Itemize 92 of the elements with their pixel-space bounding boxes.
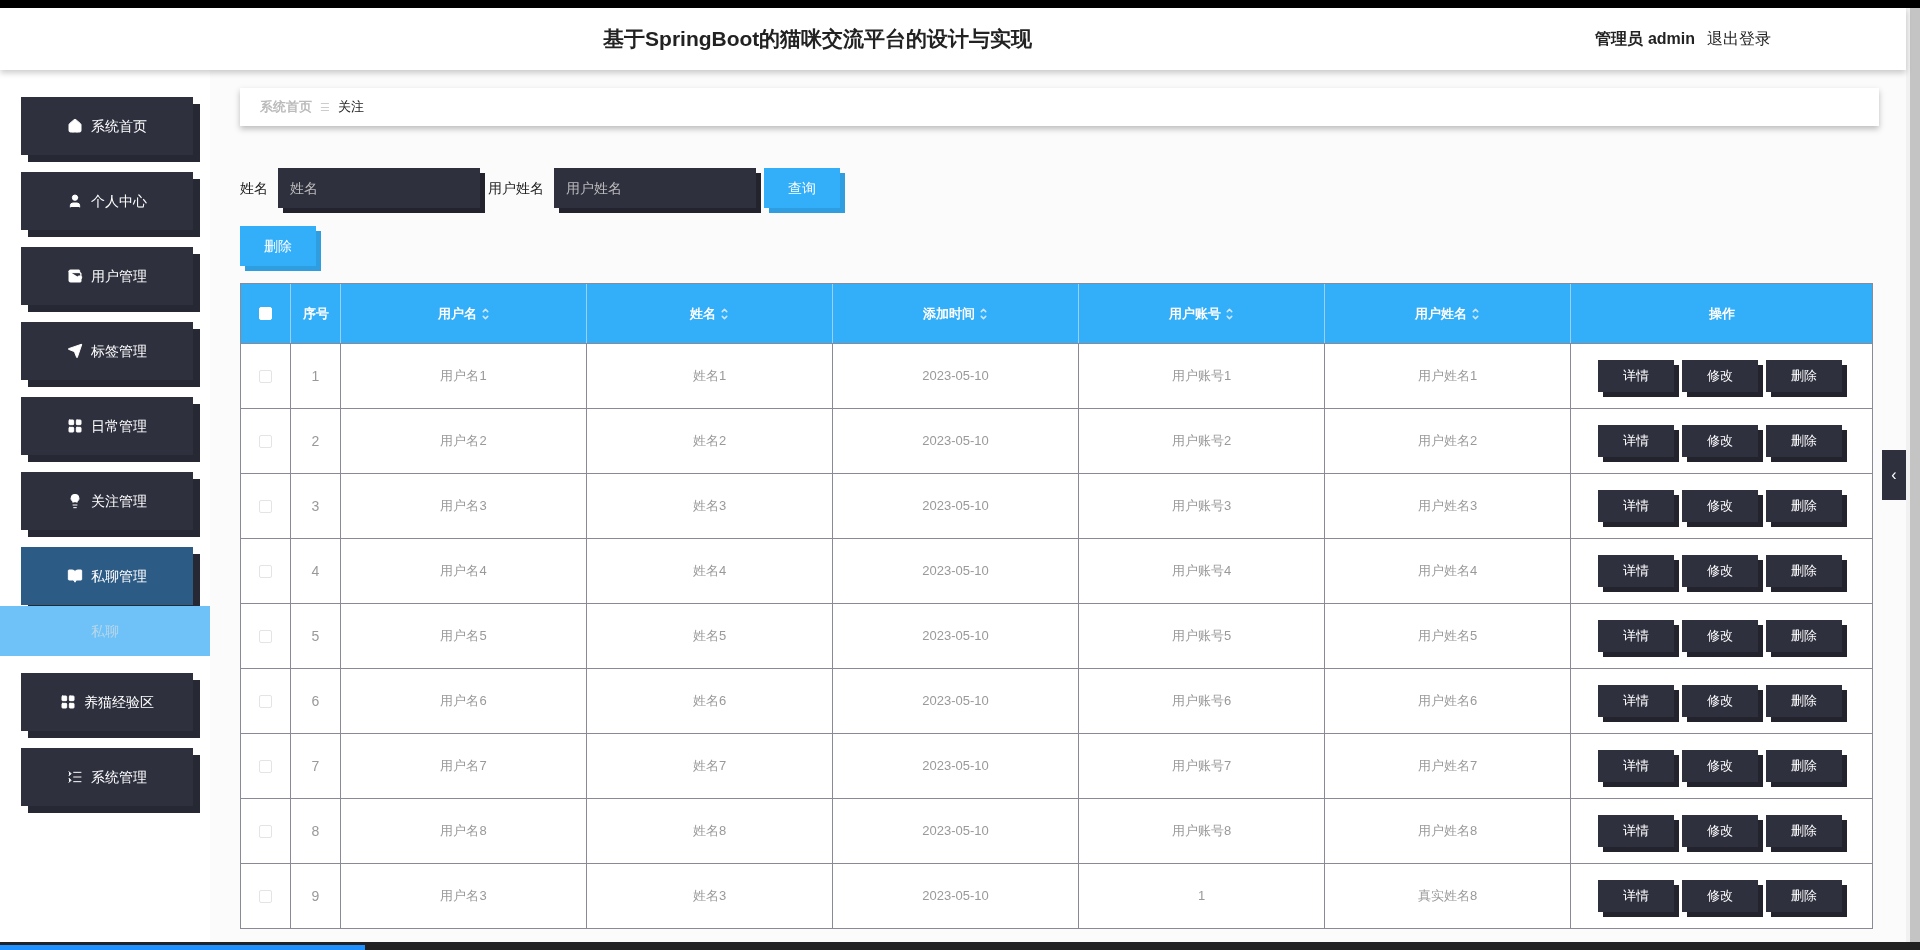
table-cell: 用户姓名5 <box>1325 604 1571 668</box>
table-cell: 用户姓名8 <box>1325 799 1571 863</box>
table-cell: 用户名3 <box>341 864 587 928</box>
table-cell: 9 <box>291 864 341 928</box>
table-cell: 用户名3 <box>341 474 587 538</box>
table-cell: 用户账号5 <box>1079 604 1325 668</box>
search-field[interactable]: 姓名 <box>278 168 480 208</box>
table-cell: 2023-05-10 <box>833 734 1079 798</box>
scrollbar[interactable] <box>1906 8 1920 942</box>
breadcrumb-separator: ☰ <box>320 99 330 115</box>
paper-plane-icon <box>67 343 83 359</box>
column-header: 添加时间 <box>833 284 1079 343</box>
table-cell: 1 <box>291 344 341 408</box>
grid-icon <box>60 694 76 710</box>
table-cell: 用户姓名7 <box>1325 734 1571 798</box>
table-cell: 姓名4 <box>587 539 833 603</box>
table-cell: 姓名7 <box>587 734 833 798</box>
table-cell: 2023-05-10 <box>833 409 1079 473</box>
column-header: 操作 <box>1707 304 1736 323</box>
row-checkbox[interactable] <box>259 629 272 643</box>
breadcrumb-current: 关注 <box>338 98 364 117</box>
table-cell: 2023-05-10 <box>833 474 1079 538</box>
table-cell: 2023-05-10 <box>833 604 1079 668</box>
table-cell: 姓名5 <box>587 604 833 668</box>
table-cell: 姓名2 <box>587 409 833 473</box>
table-cell: 用户姓名1 <box>1325 344 1571 408</box>
list-icon <box>67 769 83 785</box>
field-label: 姓名 <box>240 178 268 198</box>
site-title: 基于SpringBoot的猫咪交流平台的设计与实现 <box>603 26 1033 53</box>
row-checkbox[interactable] <box>259 694 272 708</box>
logout-link[interactable]: 退出登录 <box>1707 27 1771 51</box>
table-cell: 2023-05-10 <box>833 344 1079 408</box>
field-label: 用户姓名 <box>488 178 544 198</box>
user-label: 管理员 admin <box>1595 29 1695 49</box>
table-cell: 姓名1 <box>587 344 833 408</box>
row-checkbox[interactable] <box>259 499 272 513</box>
table-cell: 用户名8 <box>341 799 587 863</box>
row-checkbox[interactable] <box>259 824 272 838</box>
table-cell: 用户名4 <box>341 539 587 603</box>
table-cell: 用户名2 <box>341 409 587 473</box>
table-cell: 用户账号8 <box>1079 799 1325 863</box>
table-cell: 用户账号1 <box>1079 344 1325 408</box>
table-cell: 2023-05-10 <box>833 539 1079 603</box>
home-icon <box>67 118 83 134</box>
search-field[interactable]: 用户姓名 <box>554 168 756 208</box>
grid-icon <box>67 418 83 434</box>
row-checkbox[interactable] <box>259 369 272 383</box>
table-cell: 姓名6 <box>587 669 833 733</box>
table-cell: 真实姓名8 <box>1325 864 1571 928</box>
table-cell: 4 <box>291 539 341 603</box>
table-cell: 姓名3 <box>587 864 833 928</box>
table-cell: 用户姓名4 <box>1325 539 1571 603</box>
table-cell: 用户账号6 <box>1079 669 1325 733</box>
lightbulb-icon <box>67 493 83 509</box>
table-cell: 5 <box>291 604 341 668</box>
table-cell: 用户名1 <box>341 344 587 408</box>
user-icon <box>67 193 83 209</box>
row-checkbox[interactable] <box>259 889 272 903</box>
table-cell: 用户账号3 <box>1079 474 1325 538</box>
table-cell: 用户名5 <box>341 604 587 668</box>
book-icon <box>67 568 83 584</box>
playback-progress-bar[interactable] <box>0 942 1920 950</box>
table-cell: 7 <box>291 734 341 798</box>
table-cell: 用户姓名2 <box>1325 409 1571 473</box>
table-cell: 1 <box>1079 864 1325 928</box>
table-cell: 姓名3 <box>587 474 833 538</box>
table-cell: 8 <box>291 799 341 863</box>
table-cell: 2 <box>291 409 341 473</box>
table-cell: 姓名8 <box>587 799 833 863</box>
table-cell: 2023-05-10 <box>833 669 1079 733</box>
table-cell: 2023-05-10 <box>833 864 1079 928</box>
column-header: 序号 <box>291 284 341 343</box>
column-header: 姓名 <box>587 284 833 343</box>
table-cell: 用户名6 <box>341 669 587 733</box>
table-cell: 用户名7 <box>341 734 587 798</box>
select-all-checkbox[interactable] <box>259 307 272 320</box>
column-header: 用户名 <box>341 284 587 343</box>
row-checkbox[interactable] <box>259 564 272 578</box>
table-cell: 用户账号7 <box>1079 734 1325 798</box>
table-cell: 用户姓名6 <box>1325 669 1571 733</box>
wallet-icon <box>67 268 83 284</box>
row-checkbox[interactable] <box>259 434 272 448</box>
table-cell: 2023-05-10 <box>833 799 1079 863</box>
side-tab[interactable]: ‹ <box>1882 450 1906 500</box>
row-checkbox[interactable] <box>259 759 272 773</box>
table-cell: 用户账号2 <box>1079 409 1325 473</box>
column-header: 用户姓名 <box>1325 284 1571 343</box>
table-cell: 用户姓名3 <box>1325 474 1571 538</box>
table-cell: 3 <box>291 474 341 538</box>
column-header: 用户账号 <box>1079 284 1325 343</box>
table-cell: 6 <box>291 669 341 733</box>
table-cell: 用户账号4 <box>1079 539 1325 603</box>
